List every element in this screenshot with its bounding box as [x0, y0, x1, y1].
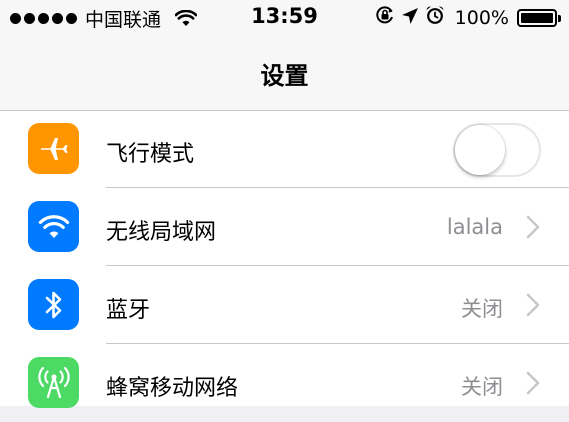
- chevron-right-icon: [526, 215, 540, 239]
- settings-row-bluetooth[interactable]: 蓝牙 关闭: [0, 266, 569, 344]
- wlan-network-name: lalala: [446, 215, 503, 239]
- toggle-knob: [455, 125, 505, 175]
- airplane-icon: [28, 123, 79, 174]
- status-right: 100%: [375, 5, 561, 30]
- settings-row-wlan[interactable]: 无线局域网 lalala: [0, 188, 569, 266]
- chevron-right-icon: [526, 371, 540, 395]
- settings-row-label: 蜂窝移动网络: [106, 376, 239, 401]
- settings-row-airplane-mode: 飞行模式: [0, 111, 569, 189]
- settings-list: 飞行模式 无线局域网 lalala 蓝牙 关闭 蜂窝移动网络 关闭: [0, 111, 569, 408]
- status-bar: 中国联通 13:59 100%: [0, 0, 569, 36]
- bluetooth-icon: [28, 279, 79, 330]
- chevron-right-icon: [526, 293, 540, 317]
- location-arrow-icon: [401, 6, 419, 30]
- settings-row-label: 飞行模式: [106, 142, 195, 167]
- cellular-antenna-icon: [28, 357, 79, 408]
- wifi-icon: [28, 201, 79, 252]
- cellular-status: 关闭: [461, 375, 503, 399]
- battery-percent: 100%: [454, 6, 509, 29]
- page-title: 设置: [260, 62, 309, 90]
- bluetooth-status: 关闭: [461, 297, 503, 321]
- settings-row-label: 无线局域网: [106, 220, 217, 245]
- alarm-clock-icon: [425, 5, 445, 30]
- battery-icon: [517, 8, 561, 27]
- airplane-mode-toggle[interactable]: [453, 123, 541, 177]
- settings-row-cellular[interactable]: 蜂窝移动网络 关闭: [0, 344, 569, 422]
- settings-row-label: 蓝牙: [106, 298, 151, 323]
- nav-bar: 设置: [0, 36, 569, 111]
- orientation-lock-icon: [375, 5, 395, 30]
